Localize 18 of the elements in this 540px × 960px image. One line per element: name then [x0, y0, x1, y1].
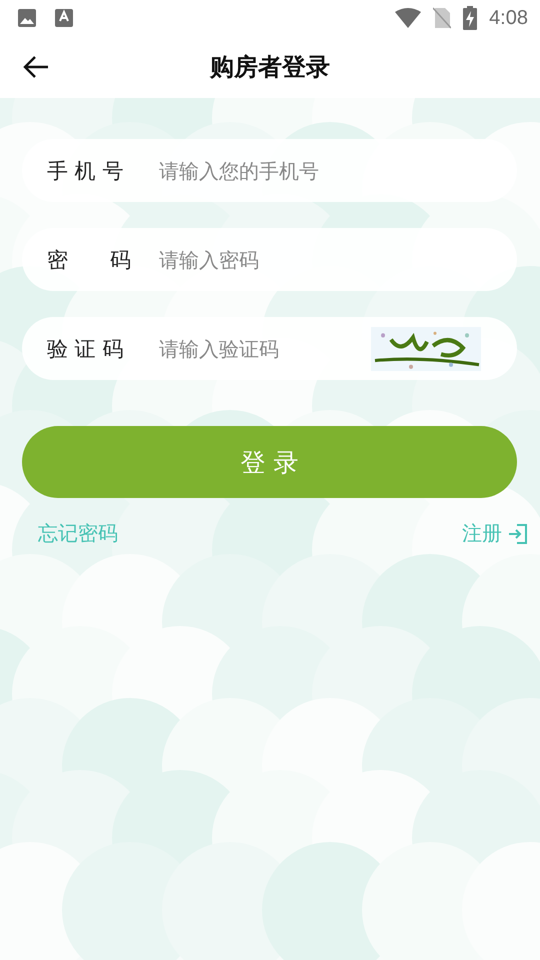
- input-field[interactable]: 请输入验证码: [159, 336, 371, 360]
- form-field[interactable]: 手 机 号 请输入您的手机号: [22, 139, 517, 202]
- image-icon: [17, 8, 37, 28]
- status-time: 4:08: [489, 6, 528, 30]
- page-title: 购房者登录: [210, 52, 330, 83]
- wifi-icon: [395, 8, 422, 28]
- battery-charging-icon: [463, 6, 478, 30]
- back-arrow-icon[interactable]: [23, 55, 49, 79]
- no-sim-icon: [433, 7, 452, 29]
- field-label: 验 证 码: [47, 336, 124, 362]
- sign-in-icon: [508, 522, 528, 544]
- form-field[interactable]: 验 证 码 请输入验证码: [22, 317, 517, 380]
- font-icon: [55, 8, 73, 28]
- input-field[interactable]: 请输入您的手机号: [159, 158, 505, 182]
- input-field[interactable]: 请输入密码: [159, 248, 505, 272]
- field-label: 密 码: [47, 246, 132, 274]
- field-label: 手 机 号: [47, 158, 124, 184]
- form-field[interactable]: 密 码 请输入密码: [22, 228, 517, 291]
